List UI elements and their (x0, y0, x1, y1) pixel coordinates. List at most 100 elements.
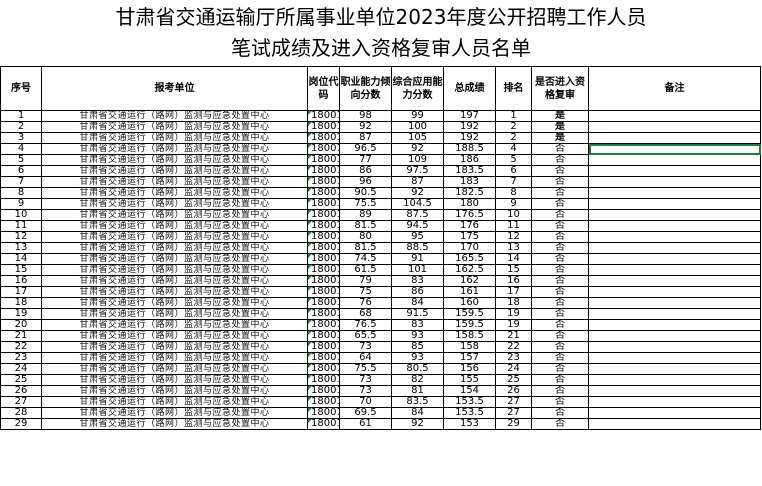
cell-remarks[interactable] (588, 363, 761, 375)
cell-unit[interactable]: 甘肃省交通运行（路网）监测与应急处置中心 (41, 319, 308, 331)
cell-total-score[interactable]: 186 (443, 154, 496, 166)
cell-application-score[interactable]: 93 (391, 330, 444, 342)
cell-rank[interactable]: 14 (495, 253, 532, 265)
cell-application-score[interactable]: 87 (391, 176, 444, 188)
cell-qualified[interactable]: 是 (531, 110, 589, 122)
cell-qualified[interactable]: 否 (531, 220, 589, 232)
cell-unit[interactable]: 甘肃省交通运行（路网）监测与应急处置中心 (41, 308, 308, 320)
cell-qualified[interactable]: 否 (531, 418, 589, 430)
cell-no[interactable]: 16 (0, 275, 42, 287)
cell-unit[interactable]: 甘肃省交通运行（路网）监测与应急处置中心 (41, 396, 308, 408)
cell-total-score[interactable]: 170 (443, 242, 496, 254)
cell-unit[interactable]: 甘肃省交通运行（路网）监测与应急处置中心 (41, 165, 308, 177)
cell-rank[interactable]: 10 (495, 209, 532, 221)
cell-application-score[interactable]: 109 (391, 154, 444, 166)
cell-no[interactable]: 4 (0, 143, 42, 155)
cell-qualified[interactable]: 否 (531, 286, 589, 298)
cell-unit[interactable]: 甘肃省交通运行（路网）监测与应急处置中心 (41, 352, 308, 364)
cell-aptitude-score[interactable]: 87 (339, 132, 392, 144)
cell-total-score[interactable]: 153.5 (443, 407, 496, 419)
cell-application-score[interactable]: 105 (391, 132, 444, 144)
cell-total-score[interactable]: 154 (443, 385, 496, 397)
cell-total-score[interactable]: 197 (443, 110, 496, 122)
cell-post-code[interactable]: 18001 (307, 154, 340, 166)
cell-no[interactable]: 27 (0, 396, 42, 408)
cell-aptitude-score[interactable]: 69.5 (339, 407, 392, 419)
cell-application-score[interactable]: 87.5 (391, 209, 444, 221)
cell-post-code[interactable]: 18001 (307, 242, 340, 254)
cell-post-code[interactable]: 18001 (307, 110, 340, 122)
header-aptitude-score[interactable]: 职业能力倾向分数 (339, 66, 392, 111)
cell-aptitude-score[interactable]: 81.5 (339, 242, 392, 254)
cell-aptitude-score[interactable]: 75.5 (339, 363, 392, 375)
cell-rank[interactable]: 16 (495, 275, 532, 287)
cell-post-code[interactable]: 18001 (307, 308, 340, 320)
cell-post-code[interactable]: 18001 (307, 220, 340, 232)
cell-remarks[interactable] (588, 385, 761, 397)
cell-no[interactable]: 15 (0, 264, 42, 276)
cell-post-code[interactable]: 18001 (307, 198, 340, 210)
cell-no[interactable]: 17 (0, 286, 42, 298)
cell-qualified[interactable]: 否 (531, 264, 589, 276)
cell-rank[interactable]: 18 (495, 297, 532, 309)
cell-qualified[interactable]: 否 (531, 374, 589, 386)
cell-rank[interactable]: 2 (495, 132, 532, 144)
cell-aptitude-score[interactable]: 75 (339, 286, 392, 298)
cell-post-code[interactable]: 18001 (307, 121, 340, 133)
cell-rank[interactable]: 12 (495, 231, 532, 243)
cell-no[interactable]: 7 (0, 176, 42, 188)
cell-qualified[interactable]: 否 (531, 198, 589, 210)
cell-post-code[interactable]: 18001 (307, 341, 340, 353)
cell-rank[interactable]: 25 (495, 374, 532, 386)
cell-unit[interactable]: 甘肃省交通运行（路网）监测与应急处置中心 (41, 154, 308, 166)
cell-total-score[interactable]: 188.5 (443, 143, 496, 155)
cell-total-score[interactable]: 157 (443, 352, 496, 364)
cell-application-score[interactable]: 84 (391, 297, 444, 309)
cell-application-score[interactable]: 81 (391, 385, 444, 397)
cell-post-code[interactable]: 18001 (307, 187, 340, 199)
cell-qualified[interactable]: 是 (531, 121, 589, 133)
cell-rank[interactable]: 19 (495, 308, 532, 320)
cell-application-score[interactable]: 83 (391, 275, 444, 287)
cell-aptitude-score[interactable]: 73 (339, 374, 392, 386)
cell-remarks[interactable] (588, 165, 761, 177)
cell-aptitude-score[interactable]: 89 (339, 209, 392, 221)
cell-post-code[interactable]: 18001 (307, 363, 340, 375)
cell-aptitude-score[interactable]: 80 (339, 231, 392, 243)
cell-remarks[interactable] (588, 132, 761, 144)
cell-application-score[interactable]: 94.5 (391, 220, 444, 232)
cell-aptitude-score[interactable]: 76.5 (339, 319, 392, 331)
cell-post-code[interactable]: 18001 (307, 209, 340, 221)
cell-post-code[interactable]: 18001 (307, 297, 340, 309)
cell-total-score[interactable]: 160 (443, 297, 496, 309)
cell-rank[interactable]: 19 (495, 319, 532, 331)
cell-qualified[interactable]: 否 (531, 187, 589, 199)
cell-no[interactable]: 10 (0, 209, 42, 221)
cell-qualified[interactable]: 否 (531, 165, 589, 177)
cell-total-score[interactable]: 159.5 (443, 319, 496, 331)
cell-no[interactable]: 1 (0, 110, 42, 122)
cell-rank[interactable]: 4 (495, 143, 532, 155)
cell-total-score[interactable]: 153.5 (443, 396, 496, 408)
cell-rank[interactable]: 26 (495, 385, 532, 397)
cell-application-score[interactable]: 83.5 (391, 396, 444, 408)
cell-post-code[interactable]: 18001 (307, 319, 340, 331)
cell-remarks[interactable] (588, 330, 761, 342)
cell-post-code[interactable]: 18001 (307, 286, 340, 298)
cell-rank[interactable]: 5 (495, 154, 532, 166)
cell-remarks[interactable] (588, 341, 761, 353)
cell-remarks[interactable] (588, 308, 761, 320)
cell-aptitude-score[interactable]: 61.5 (339, 264, 392, 276)
cell-unit[interactable]: 甘肃省交通运行（路网）监测与应急处置中心 (41, 198, 308, 210)
cell-application-score[interactable]: 92 (391, 418, 444, 430)
cell-no[interactable]: 22 (0, 341, 42, 353)
cell-unit[interactable]: 甘肃省交通运行（路网）监测与应急处置中心 (41, 110, 308, 122)
cell-unit[interactable]: 甘肃省交通运行（路网）监测与应急处置中心 (41, 418, 308, 430)
cell-unit[interactable]: 甘肃省交通运行（路网）监测与应急处置中心 (41, 374, 308, 386)
cell-total-score[interactable]: 183.5 (443, 165, 496, 177)
cell-no[interactable]: 24 (0, 363, 42, 375)
cell-remarks[interactable] (588, 396, 761, 408)
cell-post-code[interactable]: 18001 (307, 407, 340, 419)
cell-post-code[interactable]: 18001 (307, 231, 340, 243)
cell-unit[interactable]: 甘肃省交通运行（路网）监测与应急处置中心 (41, 286, 308, 298)
